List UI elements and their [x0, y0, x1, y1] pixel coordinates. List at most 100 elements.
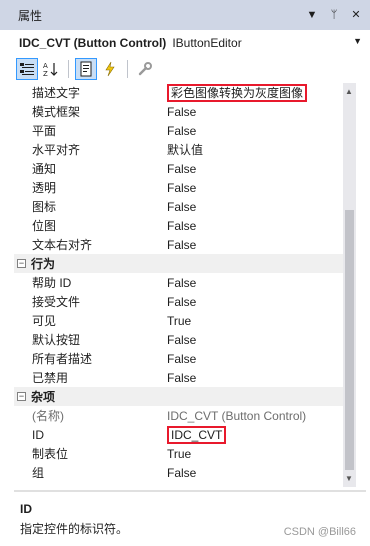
property-row[interactable]: 位图 False: [14, 216, 343, 235]
property-value[interactable]: False: [164, 200, 343, 214]
property-row[interactable]: 制表位 True: [14, 444, 343, 463]
property-value-text: False: [167, 237, 197, 252]
property-name: 位图: [32, 219, 57, 233]
property-value-text: False: [167, 161, 197, 176]
lightning-icon: [105, 61, 115, 77]
property-pages-button[interactable]: [134, 58, 156, 80]
property-row[interactable]: 已禁用 False: [14, 368, 343, 387]
property-value[interactable]: False: [164, 352, 343, 366]
property-name: 平面: [32, 124, 57, 138]
toolbar-separator: [127, 60, 128, 78]
property-value[interactable]: False: [164, 238, 343, 252]
property-row[interactable]: 组 False: [14, 463, 343, 482]
property-name: 默认按钮: [32, 333, 81, 347]
property-value[interactable]: False: [164, 219, 343, 233]
property-name: ID: [32, 427, 44, 442]
description-splitter[interactable]: [14, 490, 366, 492]
property-row[interactable]: 文本右对齐 False: [14, 235, 343, 254]
property-row[interactable]: (名称) IDC_CVT (Button Control): [14, 406, 343, 425]
properties-page-icon: [80, 61, 92, 77]
property-row[interactable]: 帮助 ID False: [14, 273, 343, 292]
property-row[interactable]: 默认按钮 False: [14, 330, 343, 349]
scroll-down-icon[interactable]: ▼: [345, 474, 353, 483]
property-row[interactable]: 描述文字 彩色图像转换为灰度图像: [14, 83, 343, 102]
property-value[interactable]: False: [164, 295, 343, 309]
property-value[interactable]: False: [164, 371, 343, 385]
property-value-text: False: [167, 123, 197, 138]
events-view-button[interactable]: [99, 58, 121, 80]
property-row[interactable]: 通知 False: [14, 159, 343, 178]
property-row[interactable]: 平面 False: [14, 121, 343, 140]
property-row[interactable]: ID IDC_CVT: [14, 425, 343, 444]
property-name: (名称): [32, 409, 64, 423]
object-name: IDC_CVT (Button Control): [19, 36, 167, 50]
property-row[interactable]: 接受文件 False: [14, 292, 343, 311]
property-value[interactable]: False: [164, 466, 343, 480]
property-row[interactable]: 所有者描述 False: [14, 349, 343, 368]
property-value[interactable]: False: [164, 276, 343, 290]
property-value-text: True: [167, 313, 192, 328]
property-value-text: False: [167, 199, 197, 214]
property-value[interactable]: 彩色图像转换为灰度图像: [164, 84, 343, 102]
category-row[interactable]: − 行为: [14, 254, 343, 273]
property-value-text: False: [167, 275, 197, 290]
property-name: 描述文字: [32, 86, 81, 100]
category-label: 杂项: [31, 390, 56, 404]
alphabetical-view-button[interactable]: A Z: [40, 58, 62, 80]
property-value-text: False: [167, 104, 197, 119]
property-name: 接受文件: [32, 295, 81, 309]
property-value[interactable]: False: [164, 162, 343, 176]
property-row[interactable]: 水平对齐 默认值: [14, 140, 343, 159]
wrench-icon: [138, 62, 152, 76]
collapse-icon[interactable]: −: [17, 259, 26, 268]
collapse-icon[interactable]: −: [17, 392, 26, 401]
vertical-scrollbar[interactable]: ▲ ▼: [343, 83, 356, 487]
window-position-dropdown-icon[interactable]: ▼: [306, 8, 318, 22]
description-title: ID: [20, 502, 32, 516]
property-name: 可见: [32, 314, 57, 328]
categorized-view-button[interactable]: [16, 58, 38, 80]
property-value-text: False: [167, 332, 197, 347]
property-value-text: True: [167, 446, 192, 461]
window-title: 属性: [18, 8, 43, 23]
property-value-text: False: [167, 351, 197, 366]
properties-view-button[interactable]: [75, 58, 97, 80]
property-value-text: False: [167, 294, 197, 309]
property-value[interactable]: False: [164, 181, 343, 195]
property-value-text: False: [167, 370, 197, 385]
property-value[interactable]: IDC_CVT: [164, 425, 343, 444]
toolbar-separator: [68, 60, 69, 78]
svg-text:Z: Z: [43, 70, 48, 77]
scroll-thumb[interactable]: [345, 210, 354, 470]
property-name: 帮助 ID: [32, 276, 72, 290]
property-name: 所有者描述: [32, 352, 93, 366]
property-value-text: IDC_CVT: [167, 425, 227, 444]
chevron-down-icon[interactable]: ▼: [353, 36, 362, 46]
property-row[interactable]: 图标 False: [14, 197, 343, 216]
pin-icon[interactable]: ᛘ: [328, 8, 340, 22]
description-pane: ID 指定控件的标识符。: [14, 496, 366, 546]
object-selector[interactable]: IDC_CVT (Button Control) IButtonEditor ▼: [14, 32, 366, 54]
property-value[interactable]: IDC_CVT (Button Control): [164, 409, 343, 423]
property-row[interactable]: 可见 True: [14, 311, 343, 330]
svg-text:A: A: [43, 62, 48, 70]
property-grid: 描述文字 彩色图像转换为灰度图像 模式框架 False 平面 False 水平对齐 默认值 通知…: [14, 83, 343, 487]
property-value[interactable]: False: [164, 333, 343, 347]
property-value[interactable]: False: [164, 124, 343, 138]
watermark: CSDN @Bill66: [283, 526, 356, 538]
close-icon[interactable]: ✕: [350, 8, 362, 22]
property-value-text: False: [167, 218, 197, 233]
property-row[interactable]: 透明 False: [14, 178, 343, 197]
property-row[interactable]: 模式框架 False: [14, 102, 343, 121]
property-value[interactable]: True: [164, 314, 343, 328]
property-value[interactable]: 默认值: [164, 141, 343, 158]
scroll-up-icon[interactable]: ▲: [345, 87, 353, 96]
property-name: 水平对齐: [32, 143, 81, 157]
property-name: 已禁用: [32, 371, 69, 385]
property-name: 透明: [32, 181, 57, 195]
property-value[interactable]: True: [164, 447, 343, 461]
property-value[interactable]: False: [164, 105, 343, 119]
property-name: 制表位: [32, 447, 69, 461]
property-value-text: 彩色图像转换为灰度图像: [167, 84, 308, 102]
category-row[interactable]: − 杂项: [14, 387, 343, 406]
